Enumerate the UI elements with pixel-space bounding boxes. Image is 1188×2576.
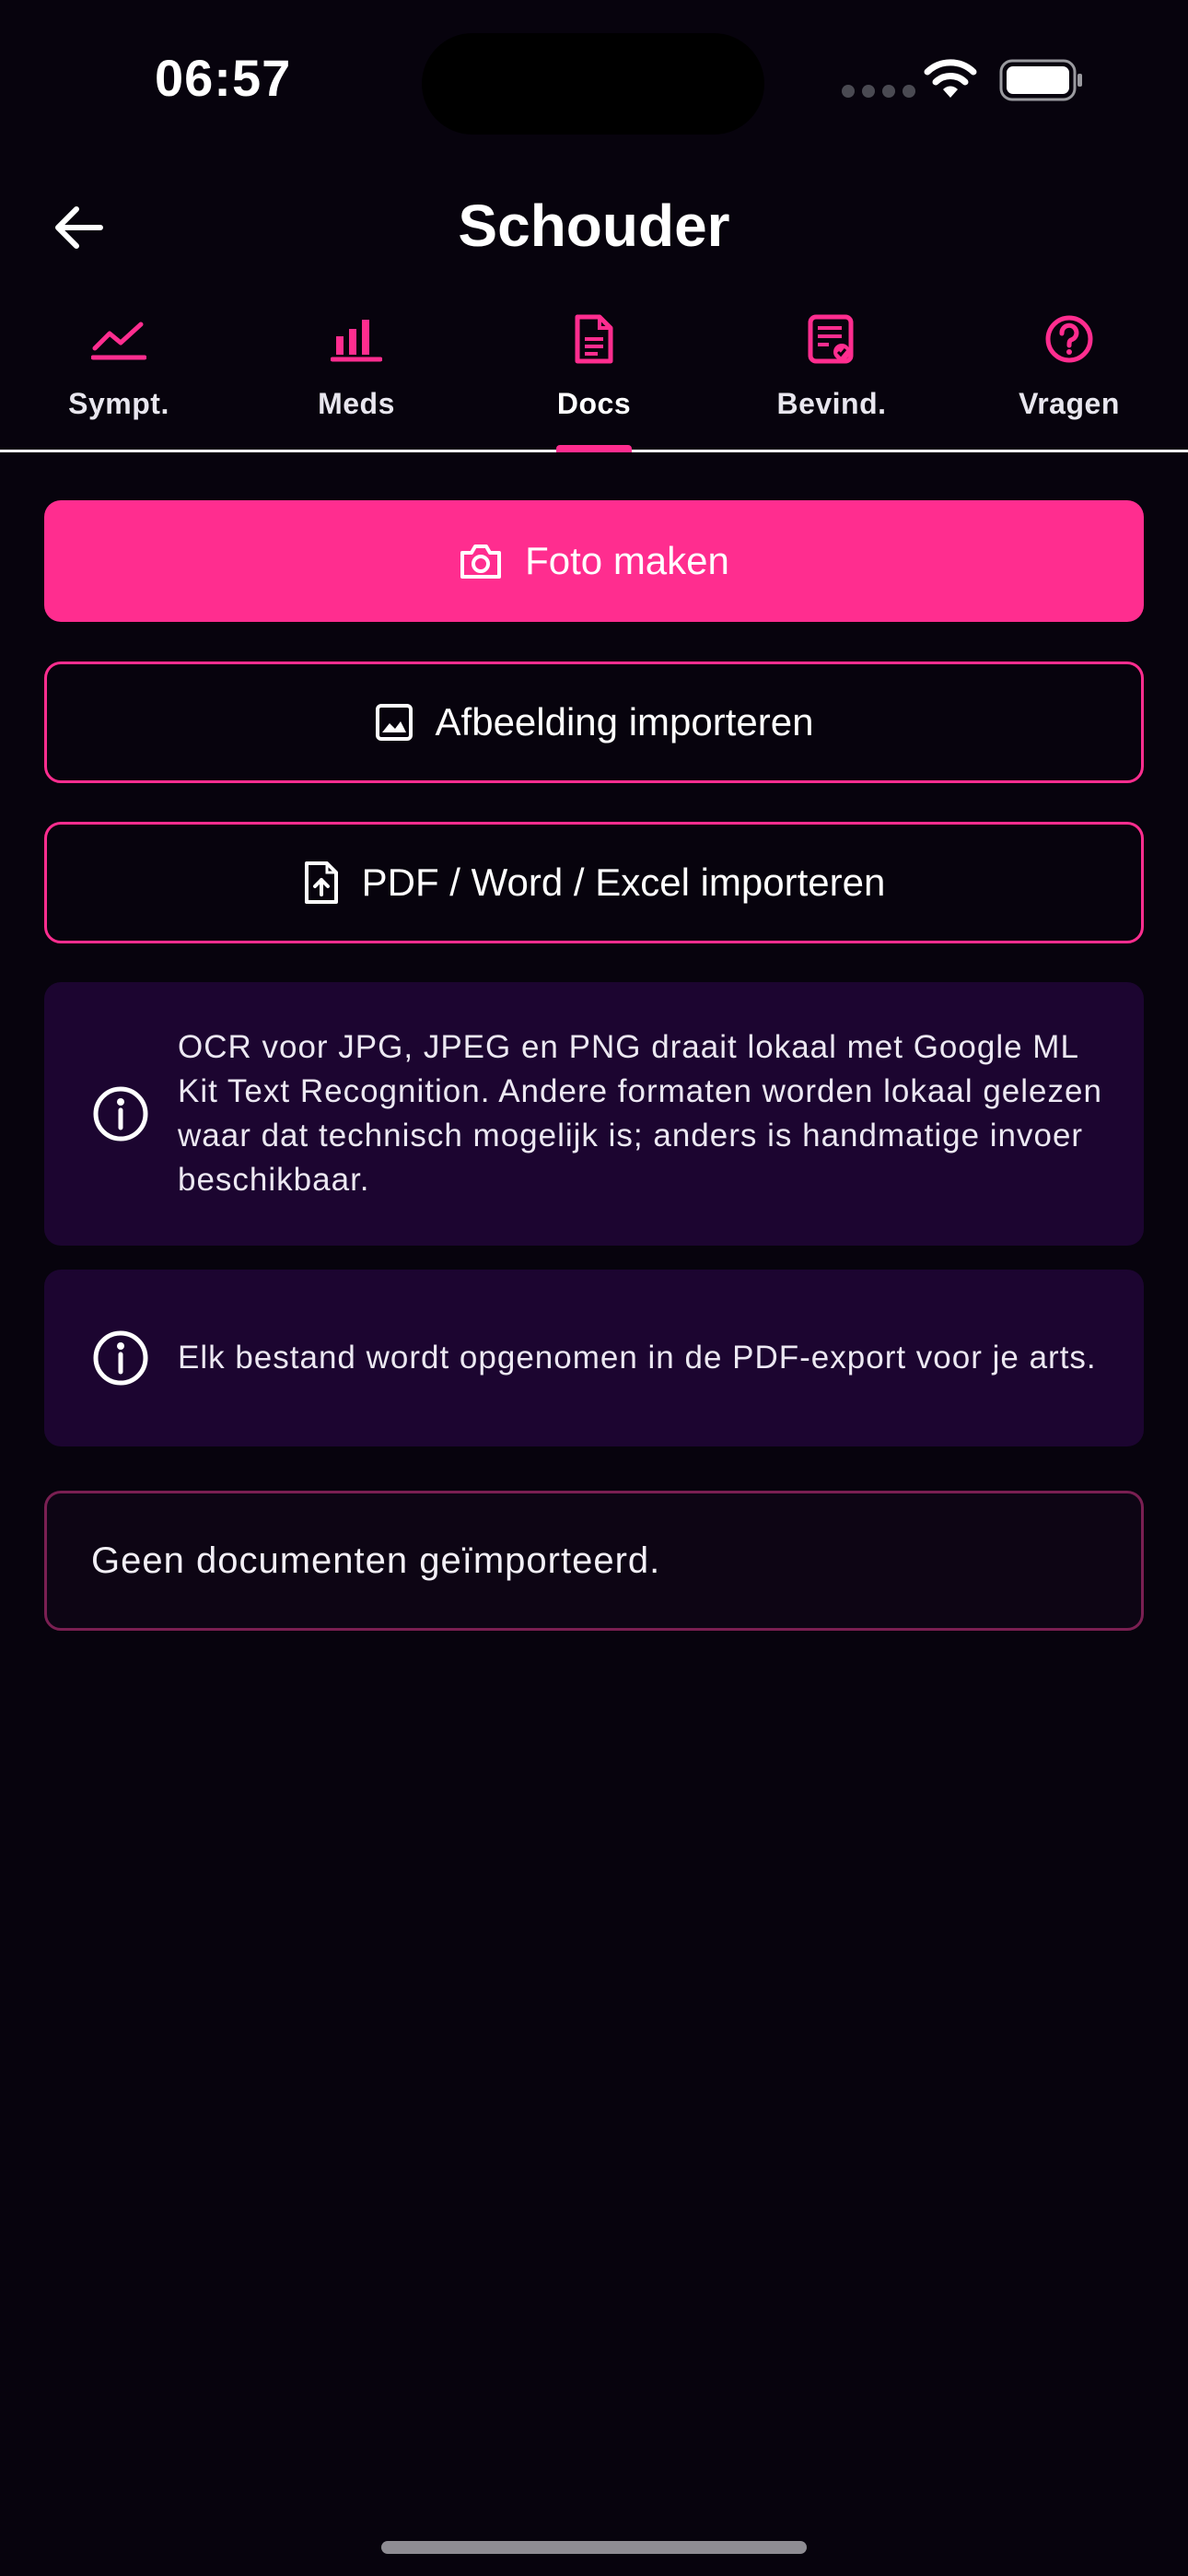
import-image-button[interactable]: Afbeelding importeren (44, 662, 1144, 783)
app-bar: Schouder (0, 175, 1188, 276)
import-document-label: PDF / Word / Excel importeren (361, 861, 886, 904)
take-photo-label: Foto maken (525, 539, 729, 582)
bar-chart-icon (331, 320, 382, 362)
wifi-icon (924, 59, 977, 98)
info-icon (93, 1330, 148, 1386)
export-info-card: Elk bestand wordt opgenomen in de PDF-ex… (44, 1270, 1144, 1446)
info-icon (93, 1086, 148, 1142)
tab-findings[interactable]: Bevind. (713, 304, 950, 450)
status-bar: 06:57 (0, 0, 1188, 157)
take-photo-button[interactable]: Foto maken (44, 500, 1144, 622)
empty-message: Geen documenten geïmporteerd. (91, 1540, 661, 1581)
tab-label: Vragen (1019, 387, 1120, 420)
tab-label: Meds (318, 387, 395, 420)
active-tab-indicator (556, 445, 632, 452)
tab-label: Sympt. (68, 387, 169, 420)
export-info-text: Elk bestand wordt opgenomen in de PDF-ex… (178, 1340, 1097, 1376)
dynamic-island (422, 33, 764, 135)
tab-meds[interactable]: Meds (238, 304, 475, 450)
report-check-icon (808, 314, 854, 364)
image-icon (375, 704, 413, 741)
home-indicator[interactable] (381, 2541, 807, 2554)
tab-bar: Sympt. Meds Docs Bevind. Vragen (0, 304, 1188, 452)
document-icon (575, 314, 613, 364)
import-image-label: Afbeelding importeren (435, 700, 814, 744)
cellular-signal-icon (842, 85, 915, 98)
page-title: Schouder (458, 193, 730, 259)
status-time: 06:57 (155, 49, 292, 107)
tab-label: Bevind. (776, 387, 887, 420)
tab-label: Docs (556, 387, 632, 420)
import-document-button[interactable]: PDF / Word / Excel importeren (44, 822, 1144, 943)
tab-questions[interactable]: Vragen (950, 304, 1188, 450)
tab-docs[interactable]: Docs (475, 304, 713, 452)
camera-icon (460, 544, 502, 579)
ocr-info-text: OCR voor JPG, JPEG en PNG draait lokaal … (178, 1029, 1102, 1198)
documents-empty-state: Geen documenten geïmporteerd. (44, 1491, 1144, 1631)
ocr-info-card: OCR voor JPG, JPEG en PNG draait lokaal … (44, 982, 1144, 1246)
help-circle-icon (1045, 315, 1093, 363)
file-upload-icon (304, 861, 338, 904)
tab-symptoms[interactable]: Sympt. (0, 304, 238, 450)
trend-chart-icon (91, 322, 146, 360)
battery-icon (999, 59, 1082, 101)
